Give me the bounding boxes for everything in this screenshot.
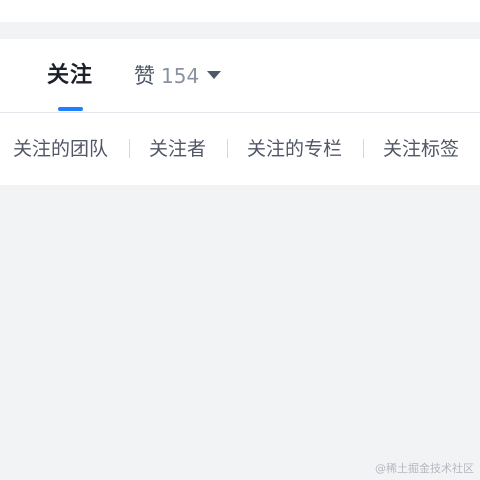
follow-card: 关注 赞 154 关注的团队 关注者 关注的专栏 关注标签 <box>0 39 480 185</box>
subnav-item-followed-teams[interactable]: 关注的团队 <box>13 137 108 161</box>
subnav-item-followers[interactable]: 关注者 <box>149 137 206 161</box>
subnav-divider <box>227 139 229 158</box>
subnav-item-followed-tags[interactable]: 关注标签 <box>383 137 459 161</box>
subnav-divider <box>129 139 131 158</box>
subnav-item-followed-columns[interactable]: 关注的专栏 <box>247 137 342 161</box>
active-tab-indicator <box>58 107 83 111</box>
tab-follow[interactable]: 关注 <box>47 59 93 93</box>
top-band <box>0 0 480 22</box>
tab-bar: 关注 赞 154 <box>0 39 480 113</box>
watermark: @稀土掘金技术社区 <box>375 462 474 475</box>
tab-follow-label: 关注 <box>47 63 94 88</box>
tab-like[interactable]: 赞 154 <box>134 59 222 93</box>
like-count: 154 <box>161 64 200 88</box>
tab-like-label: 赞 <box>134 64 155 88</box>
subnav-row: 关注的团队 关注者 关注的专栏 关注标签 <box>13 137 459 161</box>
subnav-divider <box>363 139 365 158</box>
caret-down-icon[interactable] <box>207 71 222 79</box>
follow-subnav: 关注的团队 关注者 关注的专栏 关注标签 <box>0 113 480 185</box>
